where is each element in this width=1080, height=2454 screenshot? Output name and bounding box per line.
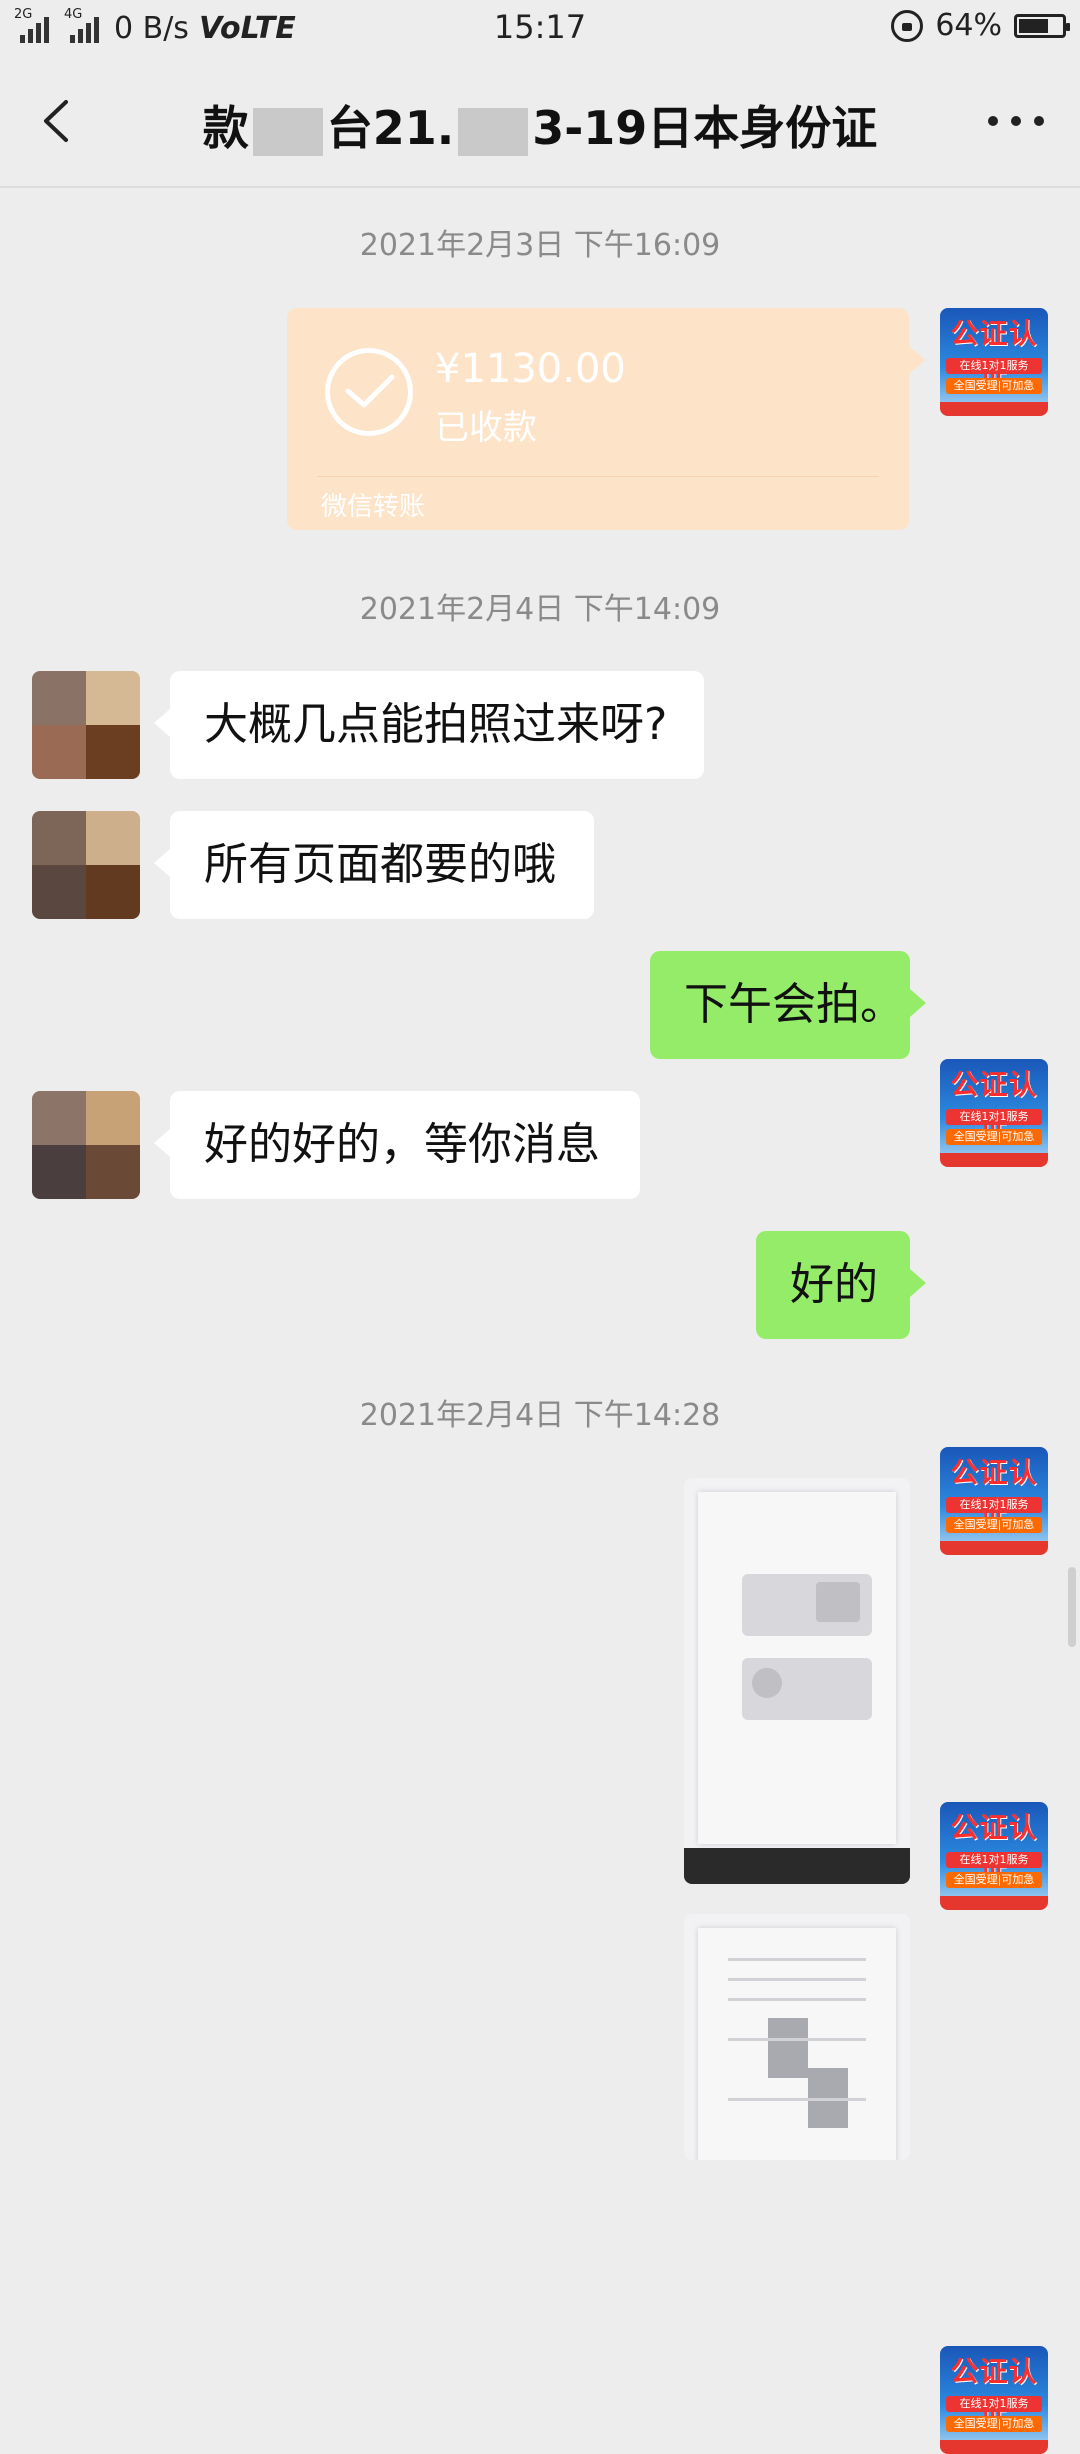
redacted-block xyxy=(458,107,529,156)
transfer-label: 微信转账 xyxy=(321,492,426,522)
chat-area[interactable]: 2021年2月3日 下午16:09 ¥1130.00 已收款 微信转账 公证认证… xyxy=(0,188,1080,2454)
transfer-status: 已收款 xyxy=(435,408,537,448)
check-circle-icon xyxy=(325,348,413,436)
back-arrow-icon[interactable] xyxy=(36,96,80,146)
message-bubble[interactable]: 大概几点能拍照过来呀? xyxy=(154,671,704,779)
avatar[interactable] xyxy=(32,811,140,919)
message-bubble[interactable]: 好的 xyxy=(756,1231,926,1339)
timestamp: 2021年2月3日 下午16:09 xyxy=(359,228,721,263)
scrollbar[interactable] xyxy=(1068,1567,1076,1647)
avatar[interactable]: 公证认证 在线1对1服务 全国受理|可加急 xyxy=(940,1802,1048,1910)
avatar[interactable] xyxy=(32,1091,140,1199)
transfer-amount: ¥1130.00 xyxy=(435,346,626,392)
avatar[interactable] xyxy=(32,671,140,779)
status-bar: 2G 4G 0 B/s VoLTE 15:17 64% xyxy=(0,0,1080,56)
message-bubble[interactable]: 好的好的，等你消息 xyxy=(154,1091,640,1199)
chat-title: 款台21. 3-19日本身份证 xyxy=(202,101,878,156)
message-bubble[interactable]: 所有页面都要的哦 xyxy=(154,811,594,919)
avatar[interactable]: 公证认证 在线1对1服务 全国受理|可加急 xyxy=(940,1447,1048,1555)
timestamp: 2021年2月4日 下午14:09 xyxy=(359,592,721,627)
battery-percent: 64% xyxy=(935,8,1002,43)
transfer-card[interactable]: ¥1130.00 已收款 微信转账 xyxy=(287,308,925,530)
message-bubble[interactable]: 下午会拍。 xyxy=(650,951,926,1059)
avatar[interactable]: 公证认证 在线1对1服务 全国受理|可加急 xyxy=(940,1059,1048,1167)
rotation-lock-icon xyxy=(891,9,924,42)
more-options-icon[interactable] xyxy=(988,116,1044,130)
photo-message[interactable] xyxy=(684,1914,910,2160)
battery-icon xyxy=(1014,13,1070,38)
photo-message[interactable] xyxy=(684,1478,910,1884)
avatar[interactable]: 公证认证 在线1对1服务 全国受理|可加急 xyxy=(940,308,1048,416)
chat-header: 款台21. 3-19日本身份证 xyxy=(0,56,1080,188)
avatar[interactable]: 公证认证 在线1对1服务 全国受理|可加急 xyxy=(940,2346,1048,2454)
redacted-block xyxy=(252,107,323,156)
timestamp: 2021年2月4日 下午14:28 xyxy=(359,1398,721,1433)
